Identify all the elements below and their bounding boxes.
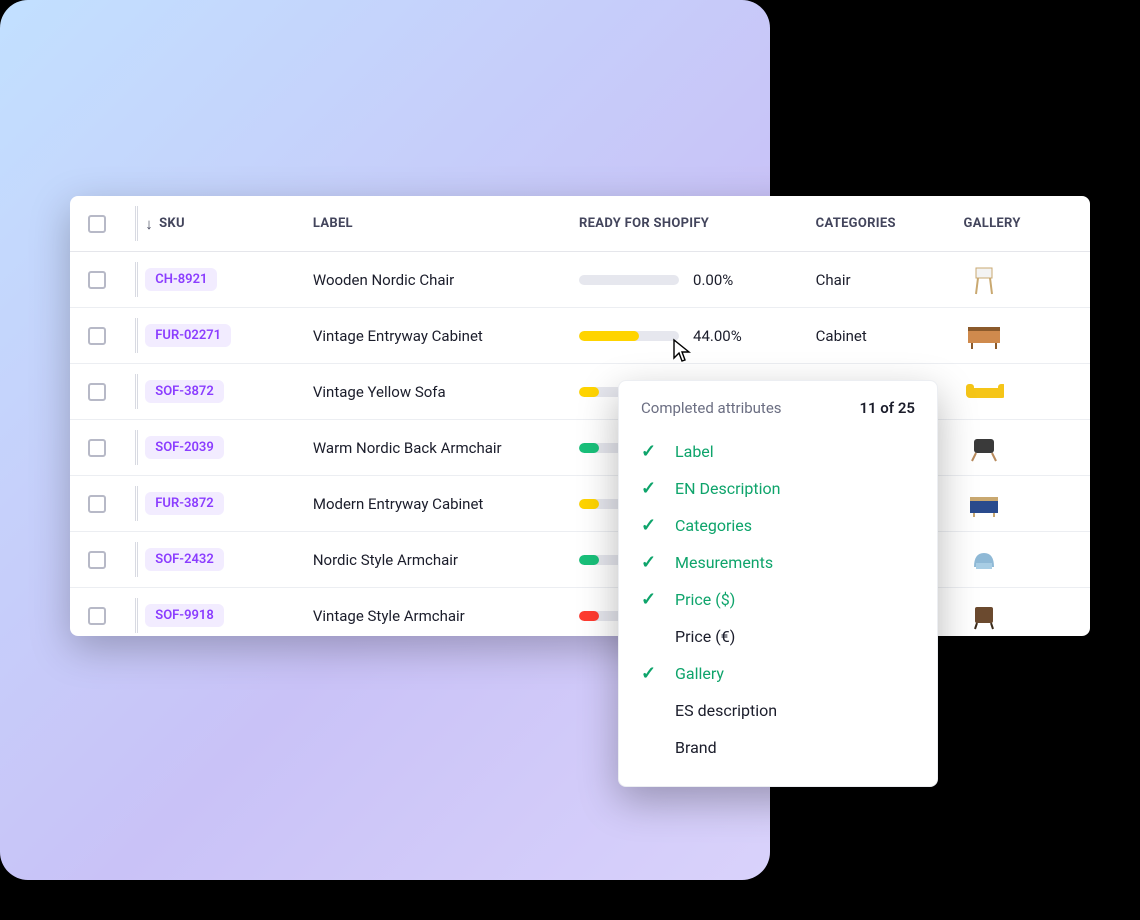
progress-bar[interactable] [579,275,679,285]
check-icon: ✓ [641,589,663,610]
popover-count: 11 of 25 [859,399,915,417]
sku-pill[interactable]: CH-8921 [145,268,217,291]
product-label: Modern Entryway Cabinet [313,495,579,513]
column-header-gallery[interactable]: GALLERY [964,216,1072,231]
sku-pill[interactable]: FUR-02271 [145,324,231,347]
attribute-label: Brand [675,738,717,757]
product-label: Vintage Yellow Sofa [313,383,579,401]
sku-pill[interactable]: SOF-9918 [145,604,224,627]
attribute-item: ✓ Brand [641,729,915,766]
check-icon: ✓ [641,478,663,499]
gallery-thumbnail[interactable] [964,487,1004,521]
attribute-item: ✓ Mesurements [641,544,915,581]
column-divider [135,598,139,633]
attribute-label: Label [675,442,714,461]
sku-pill[interactable]: SOF-2039 [145,436,224,459]
attribute-label: Categories [675,516,752,535]
gallery-thumbnail[interactable] [964,263,1004,297]
table-header: ↓ SKU LABEL READY FOR SHOPIFY CATEGORIES… [70,196,1090,252]
progress-bar[interactable] [579,331,679,341]
column-header-categories[interactable]: CATEGORIES [816,216,964,231]
product-label: Vintage Style Armchair [313,607,579,625]
row-checkbox[interactable] [88,551,106,569]
row-checkbox[interactable] [88,439,106,457]
column-divider [135,374,139,409]
attribute-item: ✓ Gallery [641,655,915,692]
attribute-item: ✓ ES description [641,692,915,729]
row-checkbox[interactable] [88,271,106,289]
category-cell: Chair [816,271,964,289]
attribute-label: Price ($) [675,590,735,609]
sku-pill[interactable]: SOF-3872 [145,380,224,403]
category-cell: Cabinet [816,327,964,345]
column-divider [135,542,139,577]
column-divider [135,430,139,465]
product-label: Wooden Nordic Chair [313,271,579,289]
gallery-thumbnail[interactable] [964,319,1004,353]
attribute-item: ✓ Price (€) [641,618,915,655]
attribute-label: Gallery [675,664,724,683]
row-checkbox[interactable] [88,383,106,401]
check-icon: ✓ [641,515,663,536]
sort-descending-icon[interactable]: ↓ [145,215,153,233]
product-label: Warm Nordic Back Armchair [313,439,579,457]
table-row[interactable]: CH-8921 Wooden Nordic Chair 0.00% Chair [70,252,1090,308]
select-all-checkbox[interactable] [88,215,106,233]
gallery-thumbnail[interactable] [964,599,1004,633]
attribute-item: ✓ Price ($) [641,581,915,618]
attribute-label: EN Description [675,479,780,498]
row-checkbox[interactable] [88,327,106,345]
sku-pill[interactable]: FUR-3872 [145,492,223,515]
gallery-thumbnail[interactable] [964,431,1004,465]
attribute-label: Price (€) [675,627,735,646]
column-divider [135,318,139,353]
attribute-item: ✓ Label [641,433,915,470]
column-header-label[interactable]: LABEL [313,216,579,231]
progress-percent: 0.00% [693,271,733,289]
column-divider [135,486,139,521]
row-checkbox[interactable] [88,607,106,625]
progress-percent: 44.00% [693,327,742,345]
completed-attributes-popover: Completed attributes 11 of 25 ✓ Label ✓ … [618,380,938,787]
check-icon: ✓ [641,552,663,573]
attribute-item: ✓ EN Description [641,470,915,507]
check-icon: ✓ [641,663,663,684]
attribute-label: Mesurements [675,553,773,572]
product-label: Vintage Entryway Cabinet [313,327,579,345]
popover-title: Completed attributes [641,399,782,417]
gallery-thumbnail[interactable] [964,543,1004,577]
table-row[interactable]: FUR-02271 Vintage Entryway Cabinet 44.00… [70,308,1090,364]
column-header-sku[interactable]: SKU [159,216,185,231]
column-header-ready[interactable]: READY FOR SHOPIFY [579,216,816,231]
column-divider [135,262,139,297]
attribute-label: ES description [675,701,777,720]
check-icon: ✓ [641,441,663,462]
attribute-item: ✓ Categories [641,507,915,544]
row-checkbox[interactable] [88,495,106,513]
sku-pill[interactable]: SOF-2432 [145,548,224,571]
column-divider [135,206,139,241]
product-label: Nordic Style Armchair [313,551,579,569]
gallery-thumbnail[interactable] [964,375,1004,409]
